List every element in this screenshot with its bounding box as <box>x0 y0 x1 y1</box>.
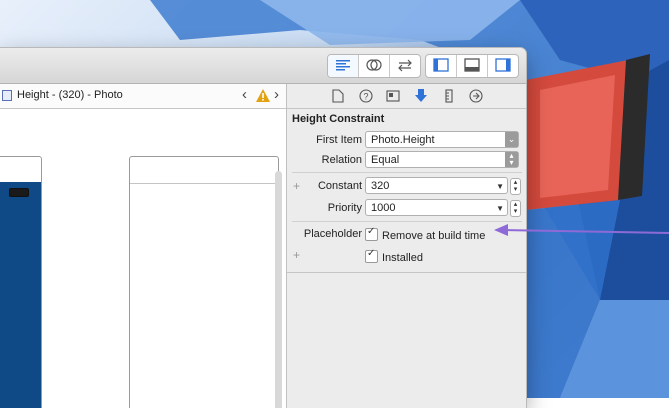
help-icon[interactable]: ? <box>359 89 373 103</box>
inspector-panel: ? Height Constraint First Item Photo.Hei… <box>286 84 526 408</box>
view-controller-scene-left[interactable] <box>0 156 42 408</box>
checkbox-check-icon <box>365 248 378 263</box>
file-icon[interactable] <box>332 89 344 103</box>
utilities-panel-icon <box>495 58 511 72</box>
inspector-tab-bar: ? <box>287 84 526 109</box>
toggle-navigator-button[interactable] <box>426 55 457 77</box>
first-item-label: First Item <box>316 134 362 146</box>
remove-at-build-time-checkbox[interactable]: Remove at build time <box>365 226 486 242</box>
toggle-debug-area-button[interactable] <box>457 55 488 77</box>
first-item-popup[interactable]: Photo.Height ⌄ <box>365 131 519 148</box>
version-editor-button[interactable] <box>390 55 420 77</box>
view-controller-scene-right[interactable] <box>129 156 279 408</box>
jump-bar: Height - (320) - Photo ‹ › <box>0 84 286 109</box>
relation-label: Relation <box>321 154 362 166</box>
window-toolbar <box>0 48 526 84</box>
size-icon[interactable] <box>445 89 453 103</box>
divider <box>292 172 522 173</box>
first-item-value: Photo.Height <box>371 134 435 146</box>
installed-label: Installed <box>382 252 423 264</box>
jump-bar-title[interactable]: Height - (320) - Photo <box>17 89 123 101</box>
placeholder-row: Placeholder Remove at build time <box>287 225 526 245</box>
section-title: Height Constraint <box>292 113 385 125</box>
placeholder-label: Placeholder <box>303 228 362 240</box>
identity-icon[interactable] <box>386 90 400 102</box>
constant-stepper[interactable]: ▴ ▾ <box>510 178 521 195</box>
divider <box>292 221 522 222</box>
storyboard-icon <box>2 90 12 101</box>
debug-panel-icon <box>464 58 480 72</box>
canvas-scrollbar[interactable] <box>275 171 282 408</box>
panels-segmented-control <box>425 54 519 78</box>
constant-row: + Constant 320 ▼ ▴ ▾ <box>287 177 526 197</box>
priority-combo[interactable]: 1000 ▼ <box>365 199 508 216</box>
checkbox-check-icon <box>365 226 378 241</box>
constant-label: Constant <box>317 180 362 192</box>
editor-mode-segmented-control <box>327 54 421 78</box>
assistant-editor-button[interactable] <box>359 55 390 77</box>
previous-issue-icon[interactable]: ‹ <box>242 86 247 103</box>
svg-text:?: ? <box>364 92 369 102</box>
relation-popup[interactable]: Equal ▴ ▾ <box>365 151 519 168</box>
standard-editor-button[interactable] <box>328 55 359 77</box>
priority-row: Priority 1000 ▼ ▴ ▾ <box>287 199 526 219</box>
add-size-class-icon[interactable]: + <box>293 179 300 193</box>
priority-stepper[interactable]: ▴ ▾ <box>510 200 521 217</box>
up-down-chevron-icon: ▴ ▾ <box>505 152 518 167</box>
constant-combo[interactable]: 320 ▼ <box>365 177 508 194</box>
standard-editor-icon <box>336 60 350 71</box>
battery-icon <box>9 188 29 197</box>
version-editor-icon <box>398 59 412 72</box>
constant-value: 320 <box>371 180 390 192</box>
priority-value: 1000 <box>371 202 396 214</box>
dropdown-arrow-icon: ▼ <box>496 182 504 191</box>
toggle-utilities-button[interactable] <box>488 55 518 77</box>
divider <box>287 272 526 273</box>
storyboard-canvas[interactable] <box>0 109 286 408</box>
next-issue-icon[interactable]: › <box>274 86 279 103</box>
chevron-down-icon: ⌄ <box>505 132 518 147</box>
relation-value: Equal <box>371 154 400 166</box>
add-size-class-icon[interactable]: + <box>293 248 300 262</box>
attributes-icon[interactable] <box>415 89 427 103</box>
priority-label: Priority <box>327 202 362 214</box>
navigator-panel-icon <box>433 58 449 72</box>
device-screen <box>0 182 41 408</box>
remove-at-build-time-label: Remove at build time <box>382 230 486 242</box>
assistant-editor-icon <box>366 59 382 71</box>
installed-checkbox[interactable]: Installed <box>365 248 423 264</box>
connections-icon[interactable] <box>469 89 483 103</box>
dropdown-arrow-icon: ▼ <box>496 204 504 213</box>
scene-top-bar <box>130 157 278 184</box>
relation-row: Relation Equal ▴ ▾ <box>287 151 526 171</box>
first-item-row: First Item Photo.Height ⌄ <box>287 131 526 151</box>
warning-icon[interactable] <box>256 89 270 102</box>
installed-row: + Installed <box>287 246 526 266</box>
xcode-window: Height - (320) - Photo ‹ › ? Height Cons… <box>0 48 526 408</box>
